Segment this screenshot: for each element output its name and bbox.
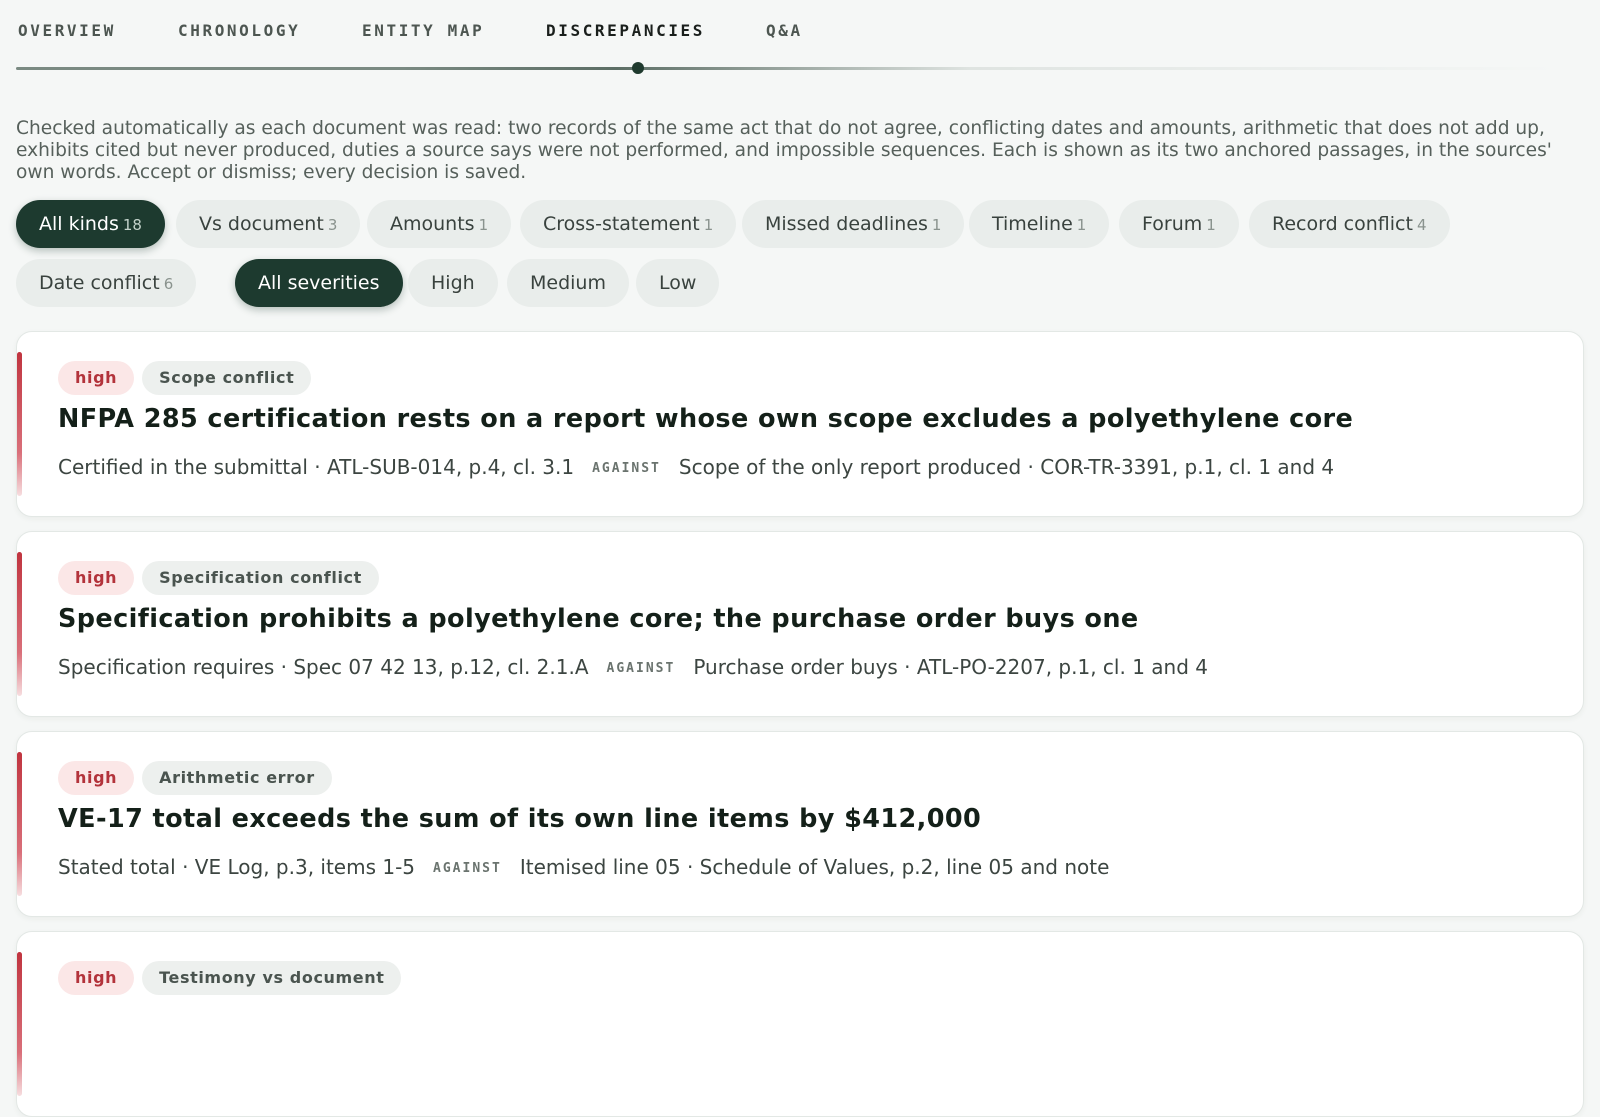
- source-left: Specification requires · Spec 07 42 13, …: [58, 655, 589, 679]
- filter-date-conflict[interactable]: Date conflict 6: [16, 259, 197, 307]
- filter-amounts[interactable]: Amounts 1: [367, 200, 512, 248]
- card-badges: high Scope conflict: [58, 361, 312, 395]
- chip-label: Forum: [1142, 213, 1203, 235]
- card-sources: Certified in the submittal · ATL-SUB-014…: [58, 455, 1334, 479]
- tab-chronology[interactable]: CHRONOLOGY: [178, 21, 300, 40]
- filter-vs-document[interactable]: Vs document 3: [176, 200, 361, 248]
- chip-count: 3: [327, 216, 338, 234]
- card-title: NFPA 285 certification rests on a report…: [58, 404, 1354, 434]
- chip-label: Missed deadlines: [765, 213, 928, 235]
- severity-bar: [17, 352, 22, 496]
- chip-count: 4: [1416, 216, 1427, 234]
- intro-text: Checked automatically as each document w…: [16, 118, 1552, 183]
- tab-track: [16, 67, 1556, 70]
- chip-label: Low: [659, 272, 697, 294]
- source-left: Certified in the submittal · ATL-SUB-014…: [58, 455, 575, 479]
- source-right: Purchase order buys · ATL-PO-2207, p.1, …: [693, 655, 1208, 679]
- severity-bar: [17, 952, 22, 1096]
- filter-timeline[interactable]: Timeline 1: [969, 200, 1110, 248]
- against-label: AGAINST: [606, 661, 676, 676]
- chip-label: Amounts: [390, 213, 475, 235]
- tab-entity-map[interactable]: ENTITY MAP: [362, 21, 484, 40]
- chip-label: All severities: [258, 272, 380, 294]
- tab-overview[interactable]: OVERVIEW: [18, 21, 116, 40]
- chip-label: Record conflict: [1272, 213, 1413, 235]
- chip-label: Date conflict: [39, 272, 160, 294]
- chip-label: Vs document: [199, 213, 324, 235]
- card-sources: Stated total · VE Log, p.3, items 1-5 AG…: [58, 855, 1109, 879]
- card-title: VE-17 total exceeds the sum of its own l…: [58, 804, 982, 834]
- against-label: AGAINST: [433, 861, 502, 876]
- filter-cross-statement[interactable]: Cross-statement 1: [520, 200, 737, 248]
- chip-count: 1: [703, 216, 714, 234]
- filter-high[interactable]: High: [408, 259, 498, 307]
- card-badges: high Specification conflict: [58, 561, 379, 595]
- source-right: Scope of the only report produced · COR-…: [678, 455, 1335, 479]
- tab-discrepancies[interactable]: DISCREPANCIES: [546, 21, 705, 40]
- chip-label: Timeline: [992, 213, 1073, 235]
- card-badges: high Arithmetic error: [58, 761, 332, 795]
- discrepancy-card[interactable]: high Testimony vs document: [16, 931, 1584, 1117]
- kind-badge: Arithmetic error: [142, 761, 332, 795]
- tab-bar: OVERVIEW CHRONOLOGY ENTITY MAP DISCREPAN…: [0, 0, 1600, 80]
- kind-badge: Scope conflict: [142, 361, 312, 395]
- kind-badge: Testimony vs document: [142, 961, 402, 995]
- card-sources: Specification requires · Spec 07 42 13, …: [58, 655, 1208, 679]
- chip-label: High: [431, 272, 475, 294]
- active-tab-indicator: [632, 62, 644, 74]
- chip-count: 6: [163, 275, 174, 293]
- discrepancy-card[interactable]: high Specification conflict Specificatio…: [16, 531, 1584, 717]
- source-right: Itemised line 05 · Schedule of Values, p…: [519, 855, 1110, 879]
- tab-qa[interactable]: Q&A: [766, 21, 803, 40]
- severity-badge: high: [58, 361, 135, 395]
- chip-count: 1: [931, 216, 942, 234]
- severity-bar: [17, 552, 22, 696]
- severity-bar: [17, 752, 22, 896]
- severity-badge: high: [58, 961, 135, 995]
- kind-badge: Specification conflict: [142, 561, 379, 595]
- filter-low[interactable]: Low: [636, 259, 720, 307]
- chip-count: 18: [122, 216, 142, 234]
- card-title: Specification prohibits a polyethylene c…: [58, 604, 1139, 634]
- severity-badge: high: [58, 761, 135, 795]
- chip-label: Medium: [530, 272, 606, 294]
- discrepancy-card[interactable]: high Arithmetic error VE-17 total exceed…: [16, 731, 1584, 917]
- severity-badge: high: [58, 561, 135, 595]
- chip-label: Cross-statement: [543, 213, 700, 235]
- card-badges: high Testimony vs document: [58, 961, 402, 995]
- filter-record-conflict[interactable]: Record conflict 4: [1249, 200, 1450, 248]
- chip-label: All kinds: [39, 213, 119, 235]
- filter-forum[interactable]: Forum 1: [1119, 200, 1239, 248]
- against-label: AGAINST: [592, 461, 661, 476]
- chip-count: 1: [1206, 216, 1216, 234]
- chip-count: 1: [1076, 216, 1087, 234]
- discrepancy-card[interactable]: high Scope conflict NFPA 285 certificati…: [16, 331, 1584, 517]
- filter-all-kinds[interactable]: All kinds 18: [16, 200, 165, 248]
- filter-missed-deadlines[interactable]: Missed deadlines 1: [742, 200, 965, 248]
- filter-medium[interactable]: Medium: [507, 259, 629, 307]
- chip-count: 1: [478, 216, 489, 234]
- filter-all-severities[interactable]: All severities: [235, 259, 403, 307]
- source-left: Stated total · VE Log, p.3, items 1-5: [58, 855, 416, 879]
